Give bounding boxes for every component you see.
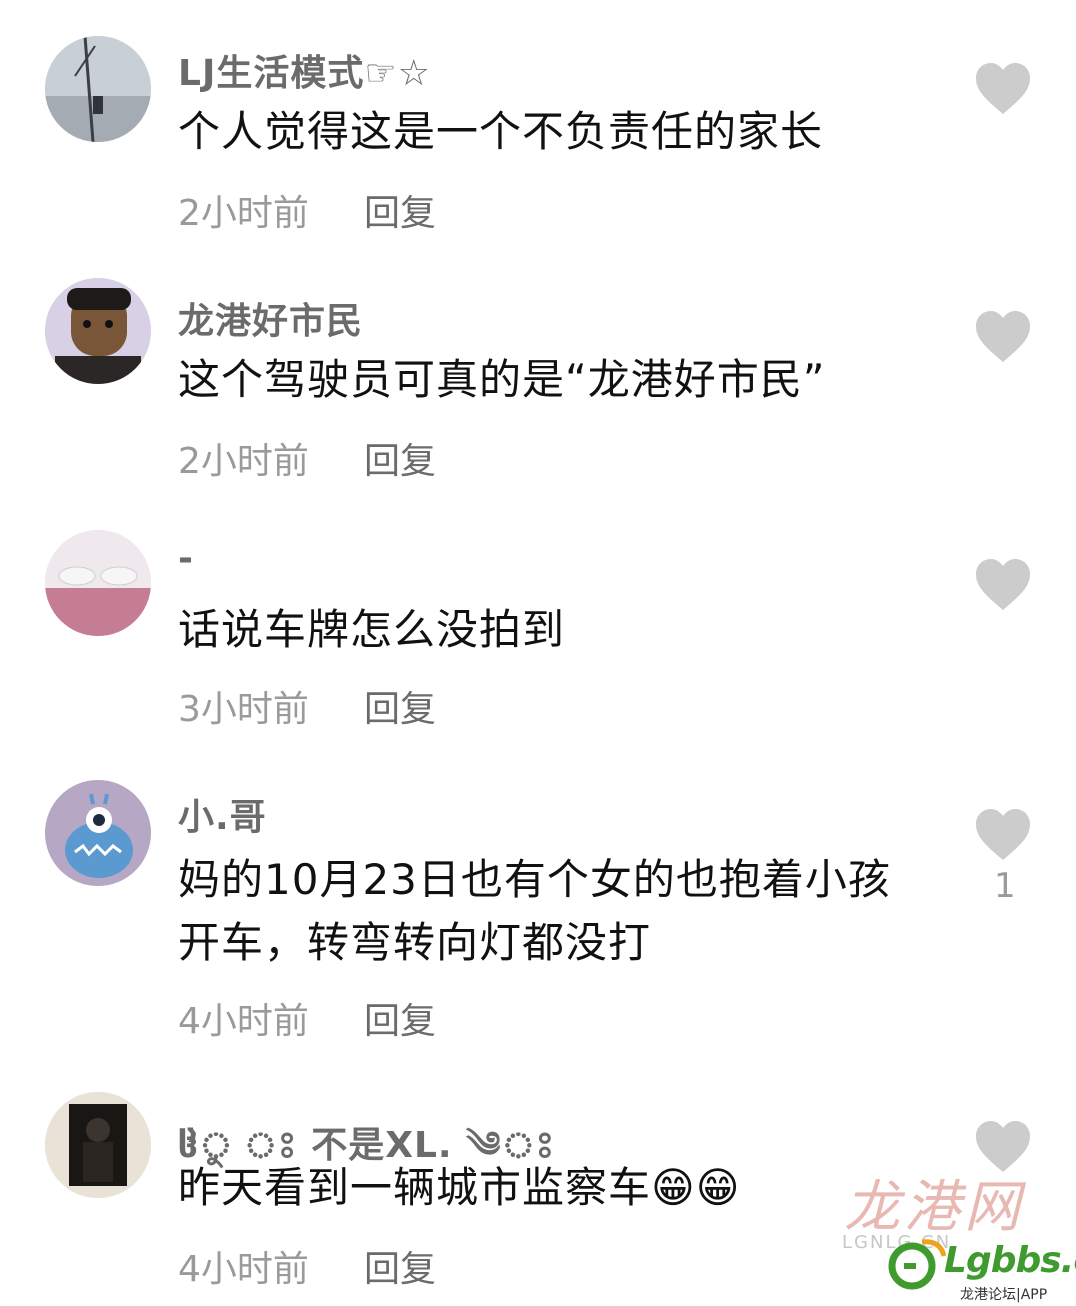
reply-button[interactable]: 回复: [364, 680, 436, 732]
comment-time: 2小时前: [178, 193, 309, 234]
like-heart-icon[interactable]: [974, 310, 1032, 364]
watermark-app-label: 龙港论坛|APP: [960, 1287, 1048, 1303]
username[interactable]: 龙港好市民: [178, 292, 363, 344]
like-heart-icon[interactable]: [974, 62, 1032, 116]
user-avatar[interactable]: [45, 780, 151, 886]
user-avatar[interactable]: [45, 36, 151, 142]
comment-text: 妈的10月23日也有个女的也抱着小孩开车，转弯转向灯都没打: [178, 855, 891, 967]
username[interactable]: -: [178, 538, 194, 579]
like-count: 1: [994, 866, 1016, 906]
site-watermark: 龙港网 LGNLG.CN Lgbbs.cn 龙港论坛|APP: [830, 1162, 1076, 1306]
comment-text: 昨天看到一辆城市监察车😁😁: [178, 1163, 741, 1212]
user-avatar[interactable]: [45, 1092, 151, 1198]
watermark-site-name: 龙港网: [844, 1175, 1024, 1240]
reply-button[interactable]: 回复: [364, 432, 436, 484]
comment-time: 4小时前: [178, 1001, 309, 1042]
username[interactable]: 小.哥: [178, 788, 267, 840]
like-heart-icon[interactable]: [974, 558, 1032, 612]
reply-button[interactable]: 回复: [364, 1240, 436, 1292]
user-avatar[interactable]: [45, 278, 151, 384]
comment-text: 话说车牌怎么没拍到: [178, 605, 566, 654]
lgbbs-logo-icon: [886, 1238, 947, 1290]
comment-time: 3小时前: [178, 689, 309, 730]
user-avatar[interactable]: [45, 530, 151, 636]
comment-time: 2小时前: [178, 441, 309, 482]
comment-text: 这个驾驶员可真的是“龙港好市民”: [178, 355, 826, 404]
like-heart-icon[interactable]: [974, 808, 1032, 862]
comment-text: 个人觉得这是一个不负责任的家长: [178, 107, 824, 156]
comment-time: 4小时前: [178, 1249, 309, 1290]
reply-button[interactable]: 回复: [364, 184, 436, 236]
reply-button[interactable]: 回复: [364, 992, 436, 1044]
username[interactable]: LJ生活模式☞☆: [178, 44, 431, 96]
watermark-brand: Lgbbs.cn: [944, 1240, 1076, 1281]
